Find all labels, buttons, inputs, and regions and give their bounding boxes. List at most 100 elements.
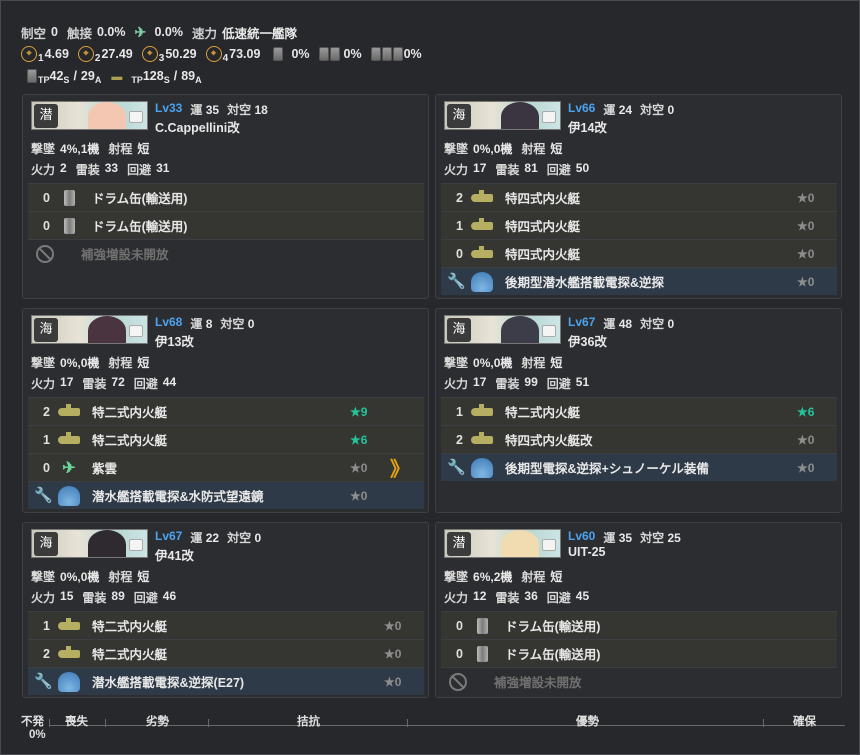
slot-count: 0 [456,618,463,633]
equipment-name: ドラム缶(輸送用) [92,220,188,234]
ship-stats-row-1: 撃墜 0%,0機 射程短 [444,140,562,158]
wrench-icon: 🔧 [34,672,53,690]
segment-superiority: 優勢 [576,716,599,728]
ship-name: 伊14改 [568,121,607,135]
luck-value: 48 [618,317,633,331]
torpedo-label: 雷装 [495,163,520,177]
result-tick [763,719,764,727]
ship-type-badge: 潜 [447,532,471,556]
ship-card[interactable]: 潜 Lv33 運 35 対空 18 C.Cappellini改 撃墜 4%,1機 射程短火力 2… [22,94,429,299]
evasion-label: 回避 [133,591,158,605]
drum-rate-2: 0% [343,47,362,61]
ship-card[interactable]: 海 Lv68 運 8 対空 0 伊13改 撃墜 0%,0機 射程短火力 17 雷装 72 回避 44 2 特… [22,308,429,513]
aa-value: 0 [667,103,675,117]
shootdown-value: 0%,0機 [60,356,100,370]
equipment-slot[interactable]: 1 特二式内火艇 ★6 [441,397,837,425]
equipment-name: 潜水艦搭載電探&水防式望遠鏡 [92,490,264,504]
range-label: 射程 [521,142,546,156]
contact-label: 触接 [66,26,92,41]
ship-info: Lv33 運 35 対空 18 C.Cappellini改 [155,101,268,135]
tp-boat-a-sub: A [195,75,202,85]
ship-card[interactable]: 海 Lv66 運 24 対空 0 伊14改 撃墜 0%,0機 射程短火力 17 雷装 81 回避 50 2… [435,94,842,299]
equipment-slot[interactable]: 補強増設未開放 [441,667,837,695]
luck-label: 運 [190,317,203,331]
equipment-slot[interactable]: 0 ドラム缶(輸送用) [441,611,837,639]
equipment-slot[interactable]: 2 特二式内火艇 ★9 [28,397,424,425]
los-value: 73.09 [229,47,261,61]
equipment-slot[interactable]: 2 特四式内火艇改 ★0 [441,425,837,453]
equipment-slot[interactable]: 2 特二式内火艇 ★0 [28,639,424,667]
slot-count: 0 [43,460,50,475]
los-icon: ⌖ [205,46,222,62]
equipment-slot[interactable]: 🔧 潜水艦搭載電探&水防式望遠鏡 ★0 [28,481,424,509]
equipment-name: 潜水艦搭載電探&逆探(E27) [92,676,245,690]
flag-icon [129,325,143,337]
equipment-slot[interactable]: 0 ドラム缶(輸送用) [28,211,424,239]
improvement-level: ★0 [797,460,815,475]
ship-card[interactable]: 海 Lv67 運 22 対空 0 伊41改 撃墜 0%,0機 射程短火力 15 雷装 89 回避 46 1… [22,522,429,698]
range-label: 射程 [108,142,133,156]
shootdown-label: 撃墜 [31,142,56,156]
tp-boat-s-sub: S [163,75,170,85]
evasion-value: 44 [162,375,177,389]
ship-level: Lv33 [155,101,183,115]
equipment-slot[interactable]: 2 特四式内火艇 ★0 [441,183,837,211]
ship-card[interactable]: 海 Lv67 運 48 対空 0 伊36改 撃墜 0%,0機 射程短火力 17 雷装 99 回避 51 1… [435,308,842,513]
ship-portrait [88,316,126,343]
equipment-slot[interactable]: 1 特二式内火艇 ★6 [28,425,424,453]
luck-value: 35 [205,103,220,117]
fleet-stats-line-2: ⌖ 1 4.69 ⌖ 2 27.49 ⌖ 3 50.29 ⌖ 4 73.09 0… [21,43,431,65]
fail-label: 不発 [21,716,44,728]
ship-name: C.Cappellini改 [155,121,240,135]
equipment-slot[interactable]: 補強増設未開放 [28,239,424,267]
slot-count: 2 [456,432,463,447]
ship-stats-row-2: 火力 12 雷装 36 回避 45 [444,589,589,607]
equipment-slot[interactable]: 0 ドラム缶(輸送用) [28,183,424,211]
aa-value: 25 [667,531,681,545]
equipment-slot[interactable]: 0 ドラム缶(輸送用) [441,639,837,667]
slot-count: 1 [456,404,463,419]
aa-stat: 対空 25 [640,529,681,545]
equipment-slot[interactable]: 1 特二式内火艇 ★0 [28,611,424,639]
improvement-level: ★0 [384,674,402,689]
improvement-level: ★0 [797,274,815,289]
equipment-slot[interactable]: 0 ✈ 紫雲 ★0 》 [28,453,424,481]
ship-name: 伊36改 [568,335,607,349]
ship-type-badge: 海 [447,318,471,342]
ship-info: Lv67 運 48 対空 0 伊36改 [568,315,674,349]
drum-icon [63,217,75,234]
equipment-slot[interactable]: 🔧 後期型電探&逆探+シュノーケル装備 ★0 [441,453,837,481]
luck-value: 8 [205,317,213,331]
equipment-slot[interactable]: 1 特四式内火艇 ★0 [441,211,837,239]
improvement-level: ★0 [384,646,402,661]
equipment-name: 特二式内火艇 [92,434,168,448]
evasion-label: 回避 [546,591,571,605]
slot-count: 2 [43,404,50,419]
los-icon: ⌖ [141,46,158,62]
equipment-name: 特二式内火艇 [92,406,168,420]
ship-card[interactable]: 潜 Lv60 運 35 対空 25 UIT-25 撃墜 6%,2機 射程短火力 12 雷装 36 回避… [435,522,842,698]
slot-count: 2 [456,190,463,205]
equipment-slot[interactable]: 🔧 潜水艦搭載電探&逆探(E27) ★0 [28,667,424,695]
equipment-name: 特二式内火艇 [505,406,581,420]
speed-label: 速力 [191,26,217,41]
equipment-slot[interactable]: 🔧 後期型潜水艦搭載電探&逆探 ★0 [441,267,837,295]
segment-loss: 喪失 [65,716,88,728]
evasion-label: 回避 [546,163,571,177]
los-sub: 1 [38,52,44,64]
ship-level: Lv67 [568,315,596,329]
drum-icon [273,47,284,61]
evasion-label: 回避 [133,377,158,391]
tp-boat-label: TP [131,75,143,85]
range-value: 短 [137,356,150,370]
equipment-name: 後期型潜水艦搭載電探&逆探 [505,276,665,290]
equipment-slot[interactable]: 0 特四式内火艇 ★0 [441,239,837,267]
ship-info: Lv60 運 35 対空 25 UIT-25 [568,529,681,562]
los-value: 27.49 [101,47,133,61]
luck-stat: 運 24 [603,101,632,117]
luck-value: 24 [618,103,633,117]
ship-level: Lv68 [155,315,183,329]
ship-level: Lv66 [568,101,596,115]
result-tick [208,719,209,727]
ship-info: Lv66 運 24 対空 0 伊14改 [568,101,675,135]
